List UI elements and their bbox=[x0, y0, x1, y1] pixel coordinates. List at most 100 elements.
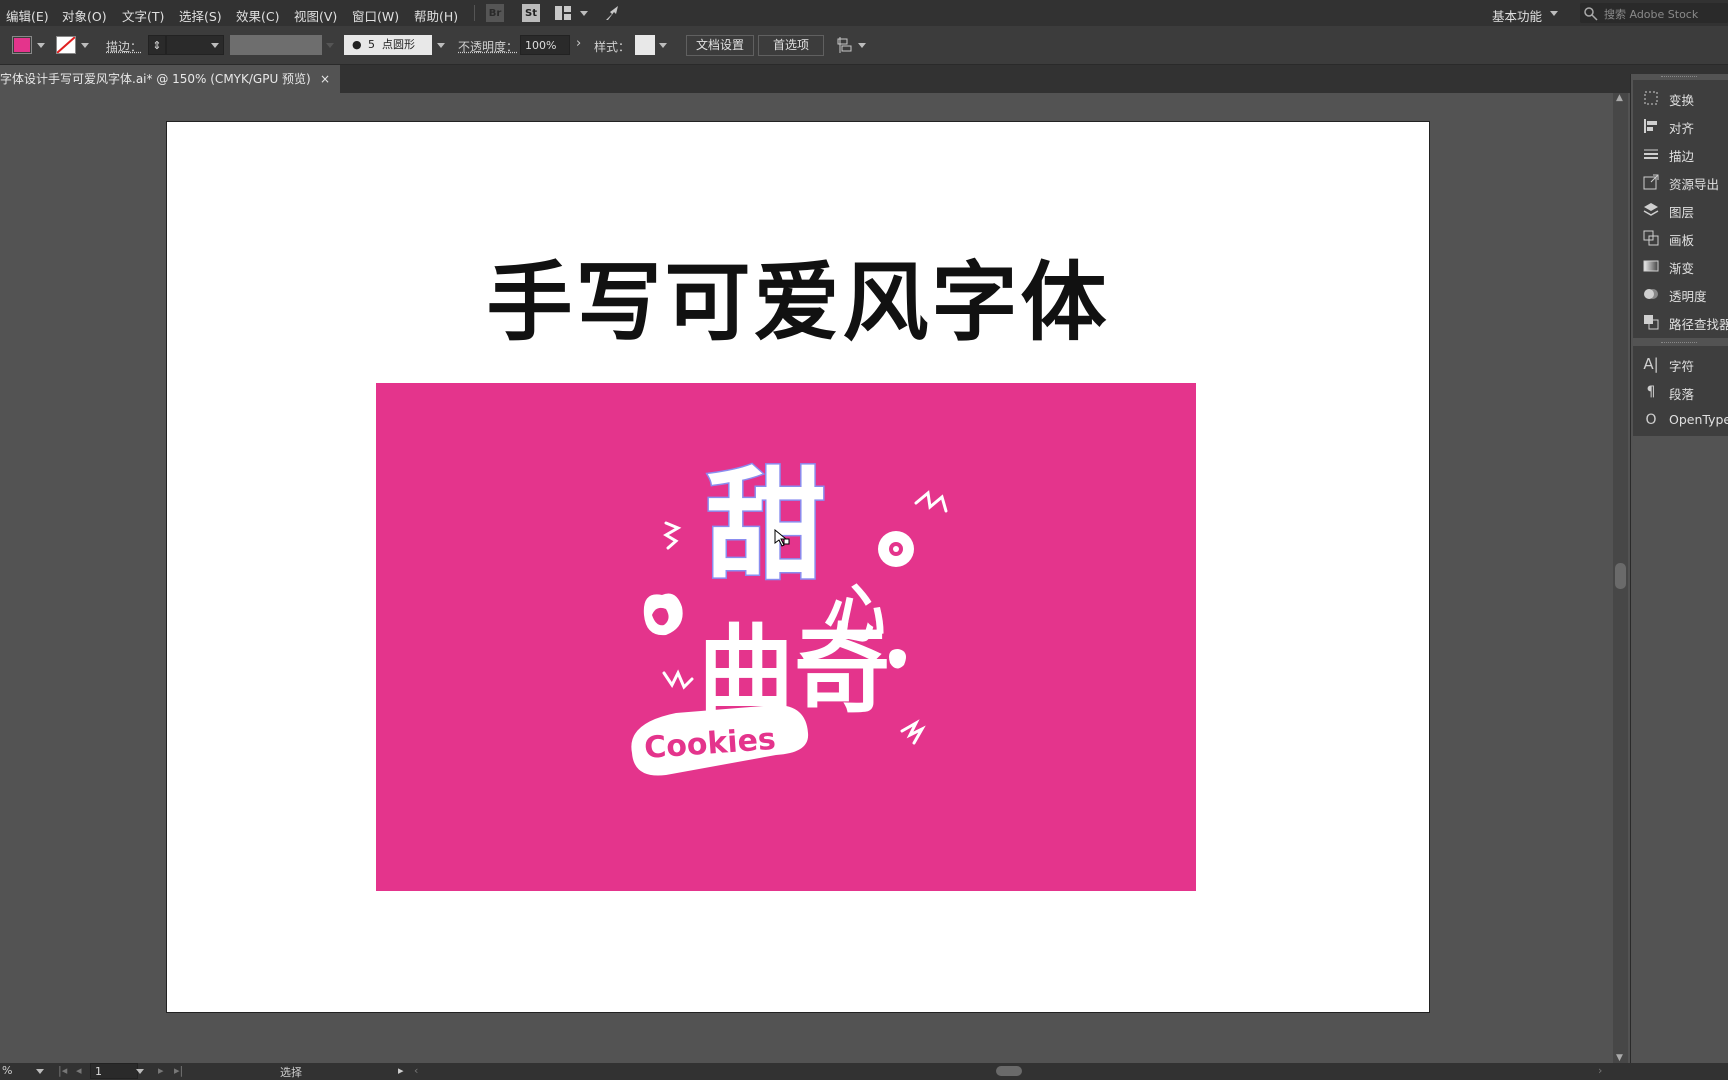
workspace-switcher[interactable]: 基本功能 bbox=[1492, 6, 1542, 25]
panel-item-stroke[interactable]: 描边 bbox=[1633, 140, 1728, 168]
panel-item-align[interactable]: 对齐 bbox=[1633, 112, 1728, 140]
menu-view[interactable]: 视图(V) bbox=[294, 6, 337, 25]
panel-label: 画板 bbox=[1669, 233, 1695, 248]
panel-item-gradient[interactable]: 渐变 bbox=[1633, 252, 1728, 280]
panel-item-transparency[interactable]: 透明度 bbox=[1633, 280, 1728, 308]
artboard-number-input[interactable]: 1 bbox=[90, 1063, 138, 1079]
search-box[interactable]: 搜索 Adobe Stock bbox=[1580, 3, 1728, 23]
bridge-icon[interactable]: Br bbox=[486, 4, 504, 22]
stroke-swatch[interactable] bbox=[56, 36, 76, 54]
stroke-label: 描边： bbox=[106, 40, 143, 54]
panel-item-transform[interactable]: 变换 bbox=[1633, 84, 1728, 112]
sweet-cookies-lettering-artwork[interactable]: 甜 心 曲奇 Cookies bbox=[376, 383, 1196, 891]
close-icon[interactable]: × bbox=[320, 65, 330, 93]
stroke-icon bbox=[1643, 146, 1659, 162]
panel-item-pathfinder[interactable]: 路径查找器 bbox=[1633, 308, 1728, 336]
chevron-down-icon[interactable] bbox=[211, 43, 219, 48]
chevron-down-icon[interactable] bbox=[1550, 11, 1558, 16]
brush-definition[interactable]: ● 5 点圆形 bbox=[344, 35, 432, 55]
current-tool: 选择 bbox=[280, 1066, 302, 1079]
document-setup-button[interactable]: 文档设置 bbox=[686, 35, 754, 56]
panel-item-artboards[interactable]: 画板 bbox=[1633, 224, 1728, 252]
chevron-right-icon[interactable]: › bbox=[576, 36, 581, 51]
panel-item-paragraph[interactable]: ¶ 段落 bbox=[1633, 378, 1728, 406]
menu-effect[interactable]: 效果(C) bbox=[236, 6, 279, 25]
document-tab-title: 字体设计手写可爱风字体.ai* @ 150% (CMYK/GPU 预览) bbox=[0, 72, 311, 86]
panel-label: 图层 bbox=[1669, 205, 1695, 220]
pathfinder-icon bbox=[1643, 314, 1659, 330]
variable-width-profile[interactable] bbox=[230, 35, 322, 55]
panel-item-character[interactable]: A| 字符 bbox=[1633, 350, 1728, 378]
cursor-icon bbox=[774, 529, 790, 547]
chevron-down-icon[interactable] bbox=[659, 43, 667, 48]
menu-object[interactable]: 对象(O) bbox=[62, 6, 107, 25]
horizontal-scrollbar-thumb[interactable] bbox=[996, 1066, 1022, 1076]
align-icon bbox=[1643, 118, 1659, 134]
brush-size: 5 bbox=[368, 38, 375, 51]
chevron-down-icon bbox=[326, 43, 334, 48]
panel-group-2: A| 字符 ¶ 段落 O OpenType bbox=[1633, 346, 1728, 436]
panel-label: 对齐 bbox=[1669, 121, 1695, 136]
opacity-label: 不透明度： bbox=[458, 40, 519, 54]
arrange-icon[interactable] bbox=[836, 36, 854, 54]
scroll-left-icon[interactable]: ‹ bbox=[414, 1064, 418, 1077]
arrange-documents-icon[interactable] bbox=[554, 5, 572, 21]
preferences-button[interactable]: 首选项 bbox=[758, 35, 824, 56]
pink-background-rect[interactable]: 甜 心 曲奇 Cookies bbox=[376, 383, 1196, 891]
chevron-down-icon[interactable] bbox=[858, 43, 866, 48]
transform-icon bbox=[1643, 90, 1659, 106]
canvas[interactable]: 手写可爱风字体 甜 心 曲奇 Cookies bbox=[0, 93, 1613, 1063]
zoom-level[interactable]: % bbox=[2, 1064, 12, 1077]
menu-help[interactable]: 帮助(H) bbox=[414, 6, 458, 25]
stock-icon[interactable]: St bbox=[522, 4, 540, 22]
stroke-weight-stepper[interactable]: ⇕ bbox=[148, 35, 166, 55]
scroll-down-icon[interactable]: ▼ bbox=[1616, 1053, 1623, 1063]
menu-select[interactable]: 选择(S) bbox=[179, 6, 222, 25]
panel-label: 透明度 bbox=[1669, 289, 1707, 304]
opacity-input[interactable]: 100% bbox=[520, 35, 570, 55]
first-artboard-icon[interactable]: |◂ bbox=[58, 1064, 67, 1077]
menu-type[interactable]: 文字(T) bbox=[122, 6, 164, 25]
document-tab-bar: 字体设计手写可爱风字体.ai* @ 150% (CMYK/GPU 预览) × bbox=[0, 65, 1728, 93]
panel-label: 变换 bbox=[1669, 93, 1695, 108]
fill-color bbox=[14, 38, 30, 52]
search-icon bbox=[1584, 7, 1598, 21]
last-artboard-icon[interactable]: ▸| bbox=[174, 1064, 183, 1077]
chevron-down-icon[interactable] bbox=[136, 1069, 144, 1074]
menu-window[interactable]: 窗口(W) bbox=[352, 6, 399, 25]
vertical-scrollbar[interactable]: ▲ ▼ bbox=[1613, 93, 1628, 1063]
style-label: 样式： bbox=[594, 40, 631, 54]
divider bbox=[474, 5, 475, 21]
panel-group-1: 变换 对齐 描边 资源导出 图层 画板 渐变 透明度 路径查找器 bbox=[1633, 80, 1728, 338]
chevron-down-icon[interactable] bbox=[437, 43, 445, 48]
control-bar: 描边： ⇕ ● 5 点圆形 不透明度： 100% › 样式： 文档设置 首选项 bbox=[0, 26, 1728, 65]
chevron-down-icon[interactable] bbox=[37, 43, 45, 48]
style-swatch[interactable] bbox=[635, 35, 655, 55]
status-menu-icon[interactable]: ▸ bbox=[398, 1064, 404, 1077]
artboard-heading[interactable]: 手写可爱风字体 bbox=[167, 232, 1429, 357]
panel-item-asset-export[interactable]: 资源导出 bbox=[1633, 168, 1728, 196]
artboards-icon bbox=[1643, 230, 1659, 246]
panel-item-opentype[interactable]: O OpenType bbox=[1633, 406, 1728, 434]
previous-artboard-icon[interactable]: ◂ bbox=[76, 1064, 82, 1077]
panel-label: OpenType bbox=[1669, 412, 1728, 427]
fill-swatch[interactable] bbox=[12, 36, 32, 54]
scroll-right-icon[interactable]: › bbox=[1598, 1064, 1602, 1077]
scrollbar-thumb[interactable] bbox=[1615, 563, 1626, 589]
document-tab[interactable]: 字体设计手写可爱风字体.ai* @ 150% (CMYK/GPU 预览) × bbox=[0, 65, 340, 93]
chevron-down-icon[interactable] bbox=[36, 1069, 44, 1074]
panel-item-layers[interactable]: 图层 bbox=[1633, 196, 1728, 224]
chevron-down-icon[interactable] bbox=[81, 43, 89, 48]
scroll-up-icon[interactable]: ▲ bbox=[1616, 93, 1623, 103]
gpu-performance-icon[interactable] bbox=[604, 4, 622, 22]
next-artboard-icon[interactable]: ▸ bbox=[158, 1064, 164, 1077]
menu-bar: 编辑(E) 对象(O) 文字(T) 选择(S) 效果(C) 视图(V) 窗口(W… bbox=[0, 0, 1728, 26]
chevron-down-icon[interactable] bbox=[580, 11, 588, 16]
opentype-icon: O bbox=[1645, 412, 1657, 428]
menu-edit[interactable]: 编辑(E) bbox=[6, 6, 49, 25]
artboard[interactable]: 手写可爱风字体 甜 心 曲奇 Cookies bbox=[166, 121, 1430, 1013]
gradient-icon bbox=[1643, 258, 1659, 274]
search-placeholder: 搜索 Adobe Stock bbox=[1604, 8, 1699, 21]
lettering-tian: 甜 bbox=[706, 457, 826, 596]
panel-label: 段落 bbox=[1669, 387, 1695, 402]
